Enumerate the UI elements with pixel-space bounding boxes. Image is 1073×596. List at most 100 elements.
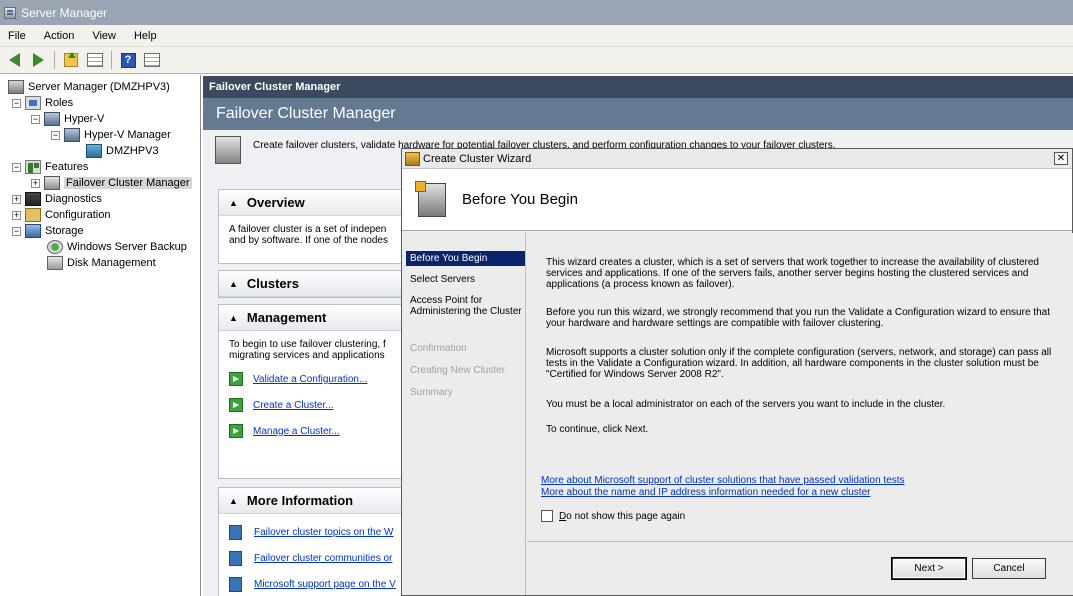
more-information-section: ▲ More Information Failover cluster topi… xyxy=(218,487,418,596)
tree-item-label: Storage xyxy=(45,225,84,237)
info-link-row[interactable]: Failover cluster topics on the W xyxy=(229,522,407,542)
tree-item-hyper-v-manager[interactable]: − Hyper-V Manager xyxy=(51,127,171,143)
up-one-level-button[interactable] xyxy=(61,50,81,70)
tree-item-label: Windows Server Backup xyxy=(67,241,187,253)
forward-button[interactable] xyxy=(28,50,48,70)
tree-item-label: Roles xyxy=(45,97,74,109)
step-creating-new-cluster: Creating New Cluster xyxy=(410,365,506,376)
step-access-point[interactable]: Access Point for Administering the Clust… xyxy=(410,295,523,317)
step-confirmation: Confirmation xyxy=(410,343,467,354)
virtual-machine-host-icon xyxy=(86,144,102,158)
back-arrow-icon xyxy=(8,53,20,67)
collapse-toggle[interactable]: − xyxy=(12,226,21,236)
tree-item-label: Features xyxy=(45,161,89,173)
tree-item-configuration[interactable]: + Configuration xyxy=(12,207,110,223)
more-information-header[interactable]: ▲ More Information xyxy=(219,488,417,514)
wizard-links: More about Microsoft support of cluster … xyxy=(541,475,1061,499)
menu-file[interactable]: File xyxy=(8,30,26,42)
window-title: Server Manager xyxy=(21,5,108,20)
failover-cluster-communities-link[interactable]: Failover cluster communities or xyxy=(254,553,392,564)
menu-action[interactable]: Action xyxy=(44,30,75,42)
tree-item-windows-server-backup[interactable]: Windows Server Backup xyxy=(47,239,187,255)
tree-item-disk-management[interactable]: Disk Management xyxy=(47,255,156,271)
close-button[interactable]: ✕ xyxy=(1054,152,1068,165)
server-manager-icon xyxy=(4,6,16,19)
microsoft-support-page-link[interactable]: Microsoft support page on the V xyxy=(254,579,396,590)
management-body: To begin to use failover clustering, f m… xyxy=(219,331,417,449)
expand-toggle[interactable]: + xyxy=(12,194,21,204)
tree-item-label: Failover Cluster Manager xyxy=(64,177,192,189)
menu-view[interactable]: View xyxy=(92,30,116,42)
back-button[interactable] xyxy=(4,50,24,70)
action-pane-icon xyxy=(144,53,160,67)
do-not-show-again-label[interactable]: Do not show this page again xyxy=(559,511,685,522)
wizard-paragraph: Before you run this wizard, we strongly … xyxy=(546,307,1050,329)
overview-body: A failover cluster is a set of indepen a… xyxy=(219,216,417,254)
info-link-row[interactable]: Failover cluster communities or xyxy=(229,548,407,568)
wizard-paragraph: Microsoft supports a cluster solution on… xyxy=(546,347,1052,380)
tree-item-label: Hyper-V xyxy=(64,113,105,125)
wizard-paragraph: You must be a local administrator on eac… xyxy=(546,399,946,410)
section-title: More Information xyxy=(246,493,354,508)
tree-item-failover-cluster-manager[interactable]: + Failover Cluster Manager xyxy=(31,175,192,191)
wizard-paragraph: To continue, click Next. xyxy=(546,424,649,435)
clusters-header[interactable]: ▲ Clusters xyxy=(219,271,417,297)
overview-header[interactable]: ▲ Overview xyxy=(219,190,417,216)
tree-item-diagnostics[interactable]: + Diagnostics xyxy=(12,191,102,207)
create-cluster-action[interactable]: Create a Cluster... xyxy=(229,395,407,415)
tree-item-label: Diagnostics xyxy=(45,193,102,205)
info-link-row[interactable]: Microsoft support page on the V xyxy=(229,574,407,594)
collapse-caret-icon: ▲ xyxy=(229,312,238,323)
collapse-toggle[interactable]: − xyxy=(12,98,21,108)
expand-toggle[interactable]: + xyxy=(31,178,40,188)
disk-management-icon xyxy=(47,256,63,270)
panel-title: Failover Cluster Manager xyxy=(203,98,1073,130)
tree-item-hyper-v[interactable]: − Hyper-V xyxy=(31,111,104,127)
failover-cluster-topics-link[interactable]: Failover cluster topics on the W xyxy=(254,527,394,538)
show-hide-console-tree-button[interactable] xyxy=(85,50,105,70)
tree-item-storage[interactable]: − Storage xyxy=(12,223,84,239)
menu-help[interactable]: Help xyxy=(134,30,157,42)
step-before-you-begin[interactable]: Before You Begin xyxy=(406,251,525,266)
wizard-steps: Before You Begin Select Servers Access P… xyxy=(403,233,526,595)
panel-header: Failover Cluster Manager xyxy=(203,76,1073,98)
management-header[interactable]: ▲ Management xyxy=(219,305,417,331)
do-not-show-again-checkbox[interactable] xyxy=(541,510,553,522)
server-icon xyxy=(8,80,24,94)
do-not-show-again-row[interactable]: Do not show this page again xyxy=(541,510,685,522)
wizard-paragraph: This wizard creates a cluster, which is … xyxy=(546,257,1039,290)
tree-item-roles[interactable]: − Roles xyxy=(12,95,73,111)
management-section: ▲ Management To begin to use failover cl… xyxy=(218,304,418,479)
management-text-line: migrating services and applications xyxy=(229,350,385,361)
create-cluster-link[interactable]: Create a Cluster... xyxy=(253,400,334,411)
tree-item-label: Configuration xyxy=(45,209,111,221)
help-topic-icon xyxy=(229,550,242,566)
collapse-toggle[interactable]: − xyxy=(12,162,21,172)
tree-item-dmzhpv3[interactable]: DMZHPV3 xyxy=(86,143,159,159)
manage-cluster-action[interactable]: Manage a Cluster... xyxy=(229,421,407,441)
up-folder-icon xyxy=(64,52,78,67)
wizard-titlebar[interactable]: Create Cluster Wizard xyxy=(402,149,1072,169)
cancel-button[interactable]: Cancel xyxy=(972,558,1046,579)
collapse-toggle[interactable]: − xyxy=(51,130,60,140)
overview-text-line: A failover cluster is a set of indepen xyxy=(229,224,387,235)
tree-item-label: Disk Management xyxy=(67,257,156,269)
roles-icon xyxy=(25,96,41,110)
action-pane-button[interactable] xyxy=(142,50,162,70)
support-validation-tests-link[interactable]: More about Microsoft support of cluster … xyxy=(541,475,1061,487)
expand-toggle[interactable]: + xyxy=(12,210,21,220)
step-select-servers[interactable]: Select Servers xyxy=(410,274,523,285)
manage-cluster-link[interactable]: Manage a Cluster... xyxy=(253,426,340,437)
step-summary: Summary xyxy=(410,387,453,398)
help-button[interactable]: ? xyxy=(118,50,138,70)
features-icon xyxy=(25,160,41,174)
tree-item-server-manager[interactable]: Server Manager (DMZHPV3) xyxy=(8,79,170,95)
name-ip-address-info-link[interactable]: More about the name and IP address infor… xyxy=(541,487,1061,499)
hyper-v-icon xyxy=(44,112,60,126)
collapse-toggle[interactable]: − xyxy=(31,114,40,124)
next-button[interactable]: Next > xyxy=(892,558,966,579)
console-tree: Server Manager (DMZHPV3) − Roles − Hyper… xyxy=(0,75,201,596)
tree-item-features[interactable]: − Features xyxy=(12,159,88,175)
validate-configuration-link[interactable]: Validate a Configuration... xyxy=(253,374,367,385)
validate-configuration-action[interactable]: Validate a Configuration... xyxy=(229,369,407,389)
